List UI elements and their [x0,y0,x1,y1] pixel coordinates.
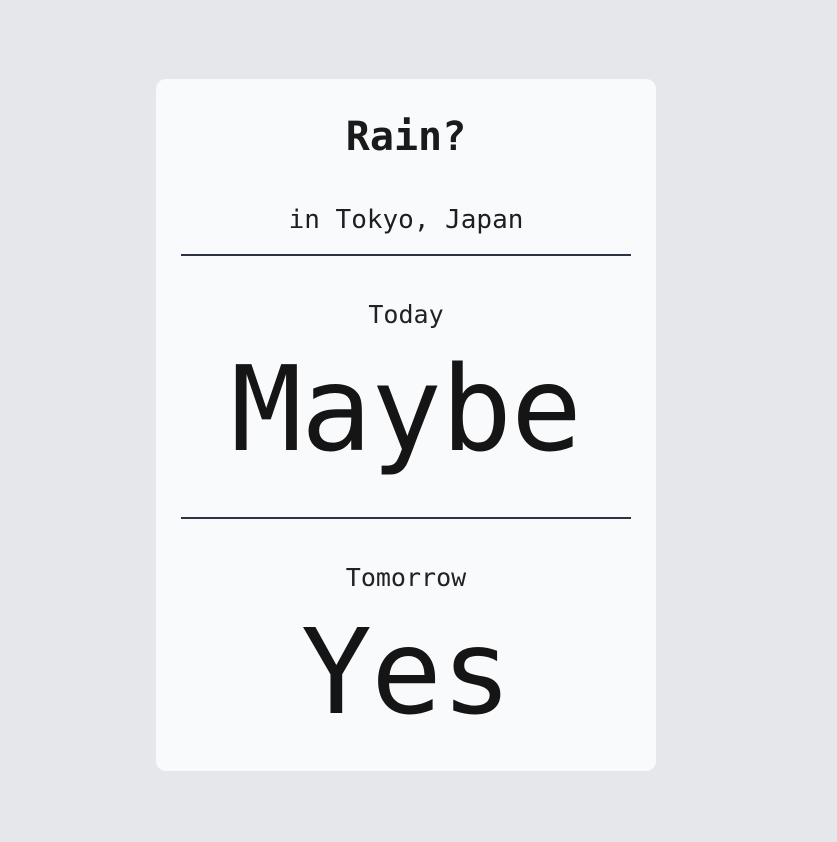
today-answer: Maybe [230,340,582,478]
widget-title: Rain? [345,114,467,160]
rain-forecast-card: Rain? in Tokyo, Japan Today Maybe Tomorr… [156,79,656,771]
tomorrow-label: Tomorrow [345,563,467,592]
today-label: Today [368,300,444,329]
section-divider [181,254,631,256]
tomorrow-answer: Yes [300,603,512,741]
section-divider [181,517,631,519]
location-label: in Tokyo, Japan [288,205,524,235]
